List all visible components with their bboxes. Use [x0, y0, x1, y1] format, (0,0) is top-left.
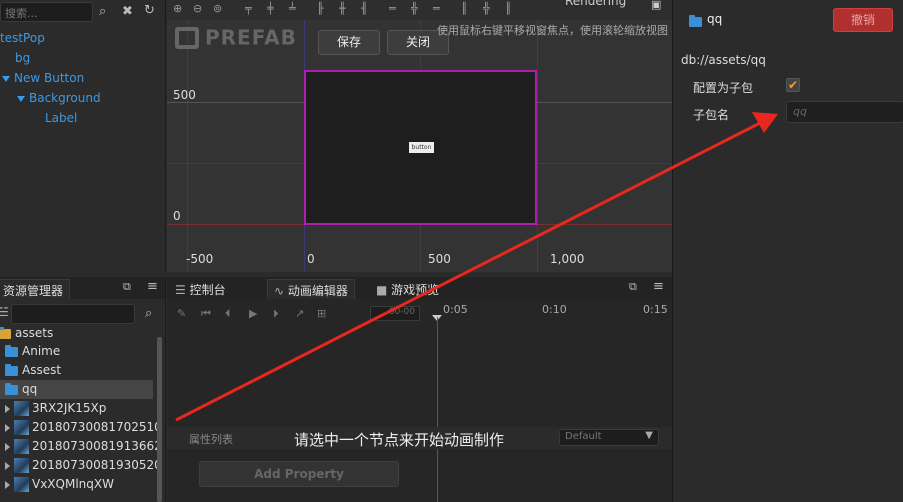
annotation-arrow: [175, 112, 778, 422]
